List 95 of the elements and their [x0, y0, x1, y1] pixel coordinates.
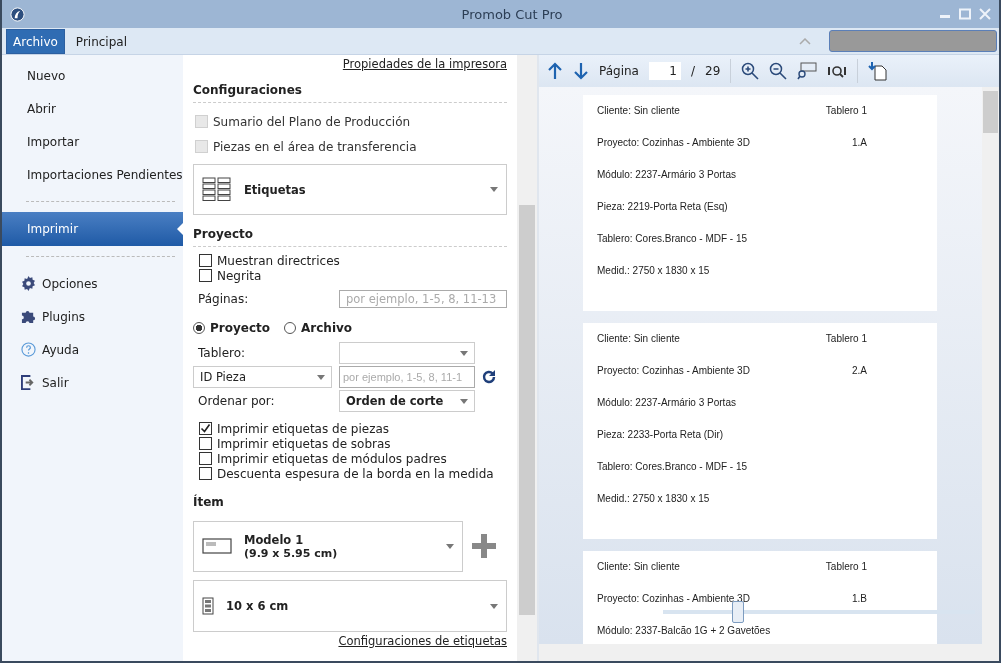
- field-label: Ordenar por:: [197, 394, 276, 408]
- section-heading: Configuraciones: [193, 71, 507, 103]
- label-text: Proyecto: Cozinhas - Ambiente 3D: [597, 365, 751, 376]
- report-type-dropdown[interactable]: Etiquetas: [193, 164, 507, 215]
- page-label: Página: [599, 64, 639, 78]
- plus-icon[interactable]: [471, 533, 497, 559]
- caret-icon: [446, 543, 454, 549]
- export-page-icon[interactable]: [868, 61, 889, 81]
- label-text: Cliente: Sin cliente: [597, 333, 681, 344]
- menu-item[interactable]: Nuevo: [2, 59, 183, 92]
- checkbox[interactable]: [199, 269, 212, 282]
- label-text: Pieza: 2219-Porta Reta (Esq): [597, 201, 729, 212]
- checkbox[interactable]: [199, 467, 212, 480]
- radio-button[interactable]: [193, 322, 205, 334]
- label-text: Tablero 1: [824, 333, 867, 344]
- down-arrow-icon[interactable]: [573, 62, 589, 80]
- caret-icon: [460, 398, 468, 404]
- id-filter-field[interactable]: por ejemplo, 1-5, 8, 11-1: [339, 366, 475, 388]
- pages-field[interactable]: por ejemplo, 1-5, 8, 11-13: [339, 290, 507, 308]
- label-text: Cliente: Sin cliente: [597, 105, 681, 116]
- menu-item[interactable]: Ayuda: [2, 333, 183, 366]
- window-title: Promob Cut Pro: [460, 6, 564, 22]
- menu-item[interactable]: Importar: [2, 125, 183, 158]
- label-text: Tablero: Cores.Branco - MDF - 15: [597, 233, 749, 244]
- label-text: Módulo: 2337-Balcão 1G + 2 Gavetões: [597, 625, 772, 636]
- checkbox-label: Piezas en el área de transferencia: [213, 139, 417, 154]
- zoom-out-icon[interactable]: [769, 62, 788, 80]
- app-logo-icon: [10, 6, 25, 22]
- checkbox-label: Sumario del Plano de Producción: [213, 114, 411, 129]
- radio-label: Proyecto: [210, 321, 270, 335]
- up-arrow-icon[interactable]: [547, 62, 563, 80]
- labels-grid-icon: [202, 176, 232, 203]
- field-label: Tablero:: [197, 346, 247, 360]
- checkbox-label: Descuenta espesura de la borda en la medida: [217, 466, 494, 481]
- menu-item[interactable]: Salir: [2, 366, 183, 399]
- label-settings-link[interactable]: Configuraciones de etiquetas: [338, 634, 507, 648]
- checkbox-label: Imprimir etiquetas de módulos padres: [217, 451, 447, 466]
- menu-item[interactable]: Imprimir: [2, 212, 183, 246]
- scrollbar-thumb[interactable]: [519, 205, 535, 615]
- gear-icon: [21, 276, 36, 291]
- checkbox-label: Imprimir etiquetas de sobras: [217, 436, 391, 451]
- paper-size-dropdown[interactable]: 10 x 6 cm: [193, 580, 507, 632]
- checkbox[interactable]: [199, 254, 212, 267]
- checkbox-label: Muestran directrices: [217, 253, 340, 268]
- puzzle-icon: [21, 309, 36, 324]
- fit-page-icon[interactable]: [827, 63, 848, 79]
- label-text: 2.A: [851, 365, 867, 376]
- field-label: Páginas:: [197, 292, 250, 306]
- checkbox-label: Imprimir etiquetas de piezas: [217, 421, 390, 436]
- model-dropdown[interactable]: Modelo 1 (9.9 x 5.95 cm): [193, 520, 463, 572]
- zoom-in-icon[interactable]: [741, 62, 760, 80]
- caret-icon: [460, 350, 468, 356]
- printer-properties-link[interactable]: Propiedades de la impresora: [342, 57, 507, 71]
- label-text: Proyecto: Cozinhas - Ambiente 3D: [597, 137, 751, 148]
- exit-icon: [21, 375, 36, 390]
- label-text: Cliente: Sin cliente: [597, 561, 681, 572]
- page-total: 29: [705, 64, 721, 78]
- label-text: Medid.: 2750 x 1830 x 15: [597, 265, 711, 276]
- caret-icon: [490, 187, 498, 192]
- label-text: Tablero 1: [824, 105, 867, 116]
- caret-icon: [317, 374, 325, 380]
- horizontal-scrollbar[interactable]: [539, 644, 999, 661]
- scrollbar-thumb[interactable]: [983, 91, 998, 133]
- checkbox[interactable]: [199, 452, 212, 465]
- menu-item[interactable]: Abrir: [2, 92, 183, 125]
- label-text: 1.B: [851, 593, 867, 604]
- label-text: Medid.: 2750 x 1830 x 15: [597, 493, 711, 504]
- radio-label: Archivo: [301, 321, 353, 335]
- page-separator: /: [690, 64, 695, 78]
- menu-item[interactable]: Plugins: [2, 300, 183, 333]
- ribbon-tab[interactable]: Archivo: [6, 29, 65, 54]
- label-text: Módulo: 2237-Armário 3 Portas: [597, 169, 737, 180]
- caret-icon: [490, 603, 498, 609]
- label-text: Módulo: 2237-Armário 3 Portas: [597, 397, 737, 408]
- label-text: Tablero: Cores.Branco - MDF - 15: [597, 461, 749, 472]
- menu-item[interactable]: Opciones: [2, 267, 183, 300]
- slider-thumb[interactable]: [732, 601, 744, 623]
- label-roll-icon: [202, 597, 214, 615]
- checkbox-label: Negrita: [217, 268, 262, 283]
- label-text: Pieza: 2233-Porta Reta (Dir): [597, 429, 725, 440]
- page-number-field[interactable]: 1: [648, 62, 681, 80]
- ribbon-tab[interactable]: Principal: [68, 29, 134, 54]
- section-heading: Ítem: [193, 493, 225, 511]
- menu-item[interactable]: Importaciones Pendientes: [2, 158, 183, 191]
- id-select[interactable]: ID Pieza: [193, 366, 332, 388]
- help-icon: [21, 342, 36, 357]
- radio-button[interactable]: [284, 322, 296, 334]
- label-model-icon: [202, 538, 232, 554]
- actual-size-icon[interactable]: [797, 62, 818, 80]
- section-heading: Proyecto: [193, 215, 507, 247]
- label-text: 1.A: [851, 137, 867, 148]
- label-text: Tablero 1: [824, 561, 867, 572]
- order-select[interactable]: Orden de corte: [339, 390, 475, 412]
- checkbox[interactable]: [199, 437, 212, 450]
- checkbox[interactable]: [199, 422, 212, 435]
